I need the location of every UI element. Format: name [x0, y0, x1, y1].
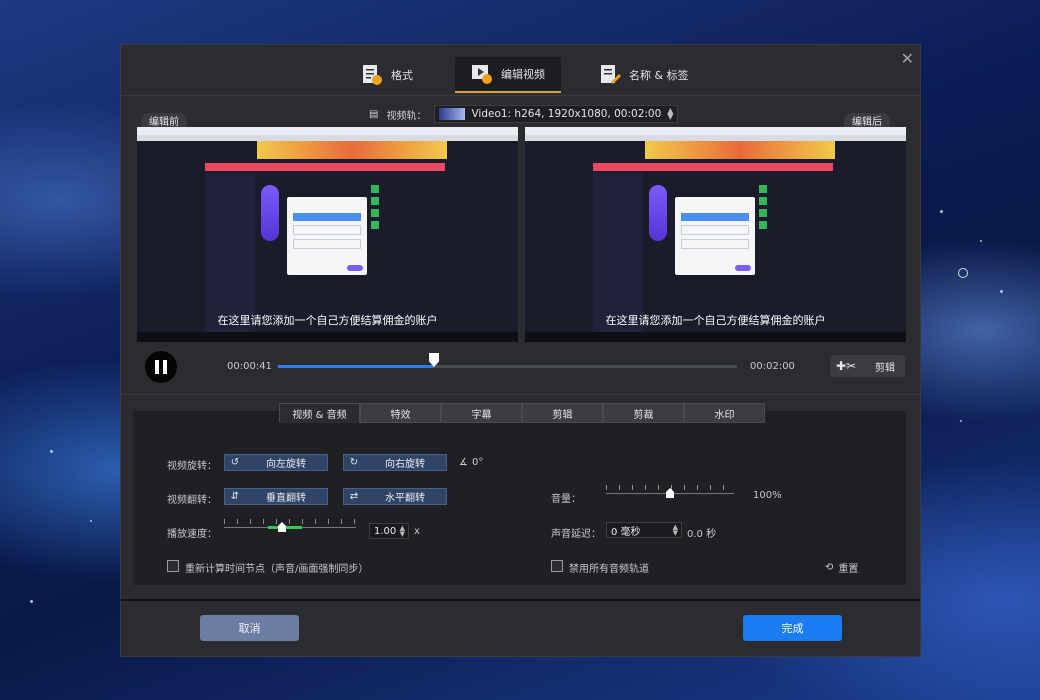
- main-tabs: 格式 编辑视频 名称 & 标签: [121, 57, 920, 93]
- name-tag-icon: [599, 64, 621, 86]
- format-doc-icon: [361, 64, 383, 86]
- rotate-left-button[interactable]: ↺ 向左旋转: [224, 454, 328, 471]
- mute-label: 禁用所有音频轨道: [569, 564, 649, 575]
- cancel-button[interactable]: 取消: [200, 615, 299, 641]
- speed-slider[interactable]: [224, 519, 356, 533]
- speed-unit: x: [414, 526, 420, 537]
- tab-format[interactable]: 格式: [361, 57, 421, 93]
- tab-subtitles[interactable]: 字幕: [441, 403, 522, 423]
- video-edit-icon: [471, 63, 493, 85]
- timeline-slider[interactable]: [278, 353, 737, 368]
- track-select[interactable]: Video1: h264, 1920x1080, 00:02:00 ▲ ▼: [434, 105, 679, 123]
- angle-icon: ∡: [459, 457, 468, 468]
- select-arrows-icon: ▲ ▼: [667, 106, 674, 121]
- tab-crop[interactable]: 剪裁: [603, 403, 684, 423]
- pause-button[interactable]: [145, 351, 177, 383]
- track-value: Video1: h264, 1920x1080, 00:02:00: [471, 108, 662, 120]
- flip-vertical-button[interactable]: ⇵ 垂直翻转: [224, 488, 328, 505]
- speed-input[interactable]: 1.00 ▲ ▼: [369, 523, 409, 539]
- scissors-icon: ✚✂: [836, 359, 857, 373]
- rotate-value: 0°: [472, 457, 484, 468]
- tab-edit-video[interactable]: 编辑视频: [455, 57, 561, 93]
- flip-label: 视频翻转：: [167, 495, 217, 506]
- reset-button[interactable]: ⟲ 重置: [825, 560, 858, 575]
- tab-format-label: 格式: [391, 69, 413, 82]
- rotate-left-label: 向左旋转: [266, 459, 306, 470]
- preview-after: 在这里请您添加一个自己方便结算佣金的账户: [525, 127, 906, 342]
- delay-value: 0 毫秒: [611, 526, 641, 538]
- cut-button[interactable]: ✚✂ 剪辑: [830, 355, 905, 377]
- video-thumbnail: [439, 108, 466, 120]
- tab-watermark[interactable]: 水印: [684, 403, 765, 423]
- delay-seconds: 0.0 秒: [687, 529, 717, 540]
- recalc-checkbox[interactable]: [167, 560, 179, 572]
- pause-icon: [155, 360, 159, 374]
- tab-name-tag[interactable]: 名称 & 标签: [599, 57, 699, 93]
- subtitle-before: 在这里请您添加一个自己方便结算佣金的账户: [217, 314, 438, 327]
- delay-label: 声音延迟：: [551, 529, 601, 540]
- rotate-label: 视频旋转：: [167, 461, 217, 472]
- tab-cut[interactable]: 剪辑: [522, 403, 603, 423]
- rotate-right-button[interactable]: ↻ 向右旋转: [343, 454, 447, 471]
- subtitle-after: 在这里请您添加一个自己方便结算佣金的账户: [605, 314, 826, 327]
- stepper-icon: ▲ ▼: [672, 523, 678, 537]
- cut-label: 剪辑: [875, 362, 895, 374]
- document-icon: ▤: [369, 108, 379, 120]
- volume-value: 100%: [753, 490, 782, 501]
- volume-slider[interactable]: [606, 485, 734, 499]
- reset-label: 重置: [838, 564, 859, 575]
- speed-value: 1.00: [374, 525, 397, 537]
- tab-name-tag-label: 名称 & 标签: [629, 69, 689, 82]
- flip-horizontal-icon: ⇄: [349, 491, 359, 502]
- divider: [121, 599, 920, 601]
- delay-input[interactable]: 0 毫秒 ▲ ▼: [606, 522, 682, 538]
- flip-horizontal-label: 水平翻转: [385, 493, 425, 504]
- rotate-left-icon: ↺: [230, 457, 240, 468]
- preview-before: 在这里请您添加一个自己方便结算佣金的账户: [137, 127, 518, 342]
- mute-checkbox[interactable]: [551, 560, 563, 572]
- stepper-icon: ▲ ▼: [399, 524, 405, 538]
- speed-label: 播放速度：: [167, 529, 217, 540]
- rotate-right-icon: ↻: [349, 457, 359, 468]
- volume-label: 音量：: [551, 494, 581, 505]
- total-time: 00:02:00: [750, 361, 795, 372]
- reset-icon: ⟲: [825, 562, 834, 573]
- recalc-label: 重新计算时间节点（声音/画面强制同步）: [185, 564, 369, 575]
- video-edit-dialog: ✕ 格式 编辑视频 名称 & 标签 ▤ 视频轨： Video1: h264, 1…: [120, 44, 921, 657]
- timeline-progress: [278, 365, 435, 368]
- divider: [121, 394, 920, 395]
- flip-vertical-label: 垂直翻转: [266, 493, 306, 504]
- tab-effects[interactable]: 特效: [360, 403, 441, 423]
- track-label: 视频轨：: [386, 110, 427, 122]
- tab-edit-video-label: 编辑视频: [501, 68, 545, 81]
- divider: [121, 95, 920, 96]
- done-button[interactable]: 完成: [743, 615, 842, 641]
- tab-video-audio[interactable]: 视频 & 音频: [279, 403, 360, 423]
- rotate-right-label: 向右旋转: [385, 459, 425, 470]
- settings-tabs: 视频 & 音频 特效 字幕 剪辑 剪裁 水印: [279, 403, 765, 423]
- flip-horizontal-button[interactable]: ⇄ 水平翻转: [343, 488, 447, 505]
- track-row: ▤ 视频轨： Video1: h264, 1920x1080, 00:02:00…: [369, 105, 679, 123]
- flip-vertical-icon: ⇵: [230, 491, 240, 502]
- current-time: 00:00:41: [227, 361, 272, 372]
